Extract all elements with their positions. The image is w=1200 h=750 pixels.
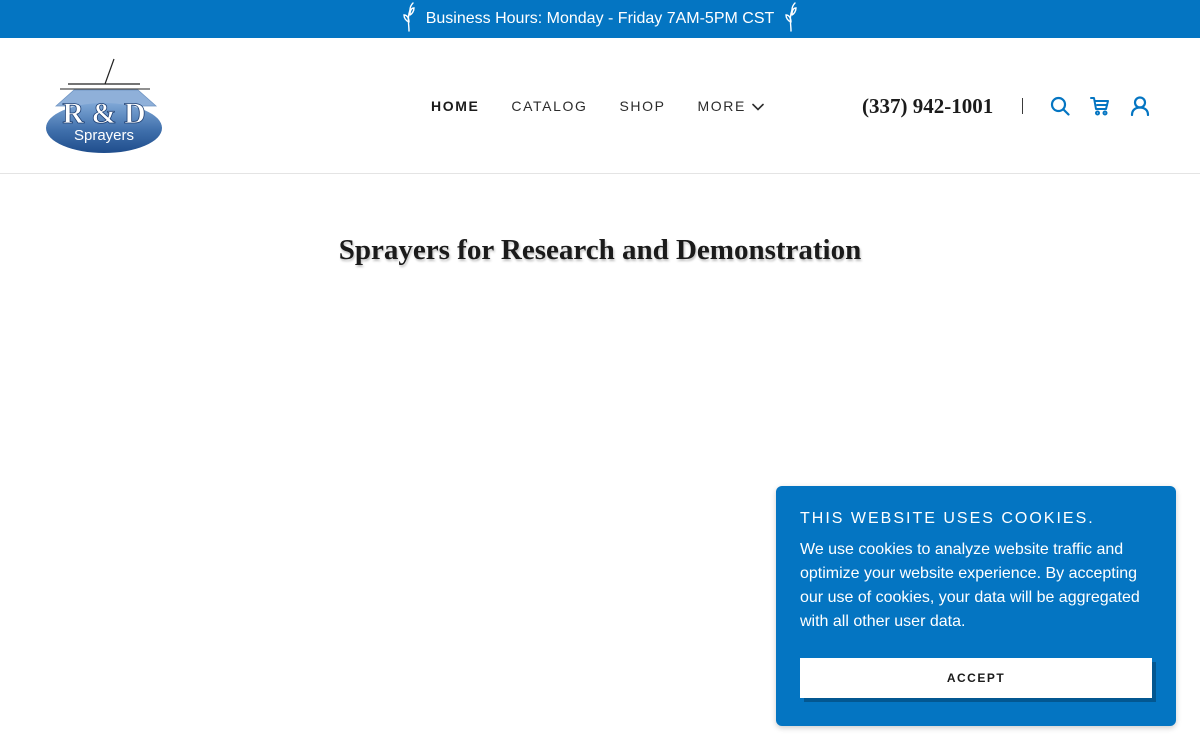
main-nav: HOME CATALOG SHOP MORE (431, 98, 796, 114)
nav-item-label: CATALOG (511, 98, 588, 114)
header-divider (1022, 98, 1023, 114)
cookie-banner-text: We use cookies to analyze website traffi… (800, 541, 1140, 630)
sprout-icon (782, 1, 800, 37)
site-logo[interactable]: R & D Sprayers (38, 56, 174, 158)
nav-item-more[interactable]: MORE (698, 98, 764, 114)
nav-item-label: SHOP (619, 98, 666, 114)
cookie-banner-title: THIS WEBSITE USES COOKIES. (800, 510, 1095, 527)
nav-item-label: HOME (431, 98, 480, 114)
sprout-icon (400, 1, 418, 37)
page-title: Sprayers for Research and Demonstration (338, 234, 862, 266)
nav-item-label: MORE (697, 98, 746, 114)
nav-item-catalog[interactable]: CATALOG (511, 98, 587, 114)
business-hours-text: Business Hours: Monday - Friday 7AM-5PM … (425, 10, 775, 27)
logo-secondary-text: Sprayers (74, 127, 134, 144)
phone-link[interactable]: (337) 942-1001 (862, 94, 993, 119)
logo-primary-text: R & D (62, 97, 145, 130)
announcement-bar: Business Hours: Monday - Friday 7AM-5PM … (0, 0, 1200, 38)
nav-item-shop[interactable]: SHOP (619, 98, 665, 114)
search-icon[interactable] (1050, 96, 1070, 116)
cookie-banner: THIS WEBSITE USES COOKIES. We use cookie… (776, 486, 1176, 726)
site-header: R & D Sprayers HOME CATALOG SHOP MORE (3… (0, 38, 1200, 174)
chevron-down-icon (752, 98, 764, 114)
accept-cookies-button[interactable]: ACCEPT (800, 658, 1152, 698)
cart-icon[interactable] (1090, 96, 1110, 116)
nav-item-home[interactable]: HOME (431, 98, 479, 114)
account-icon[interactable] (1130, 96, 1150, 116)
